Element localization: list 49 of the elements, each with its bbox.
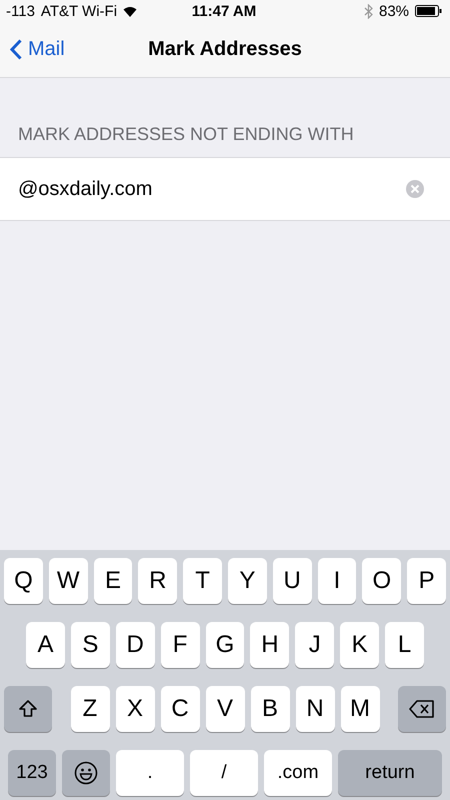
battery-icon [415, 5, 442, 17]
section-header: MARK ADDRESSES NOT ENDING WITH [18, 124, 354, 144]
chevron-left-icon [10, 39, 22, 60]
key[interactable]: E [94, 558, 132, 604]
delete-icon [409, 700, 435, 718]
battery-percent: 83% [378, 2, 410, 20]
shift-icon [18, 699, 38, 719]
screen-title: Mark Addresses [148, 38, 302, 60]
key[interactable]: M [340, 686, 380, 732]
key[interactable]: P [407, 558, 446, 604]
key[interactable]: B [250, 686, 290, 732]
smiley-icon [74, 761, 98, 785]
clock-time: 11:47 AM [192, 2, 256, 20]
carrier-name: AT&T Wi-Fi [40, 2, 118, 20]
signal-strength: -113 [6, 2, 35, 20]
text-field[interactable]: @osxdaily.com [0, 157, 450, 221]
key[interactable]: L [385, 622, 424, 668]
key[interactable]: H [250, 622, 290, 668]
key[interactable]: Z [70, 686, 110, 732]
key[interactable]: V [206, 686, 244, 732]
emoji-key[interactable] [62, 750, 110, 796]
key[interactable]: N [296, 686, 334, 732]
key[interactable]: K [340, 622, 380, 668]
key[interactable]: Y [228, 558, 267, 604]
shift-key[interactable] [4, 686, 52, 732]
key[interactable]: Q [4, 558, 43, 604]
wifi-icon [123, 6, 138, 16]
numbers-key[interactable]: 123 [8, 750, 56, 796]
delete-key[interactable] [398, 686, 446, 732]
key[interactable]: F [160, 622, 200, 668]
key[interactable]: I [318, 558, 356, 604]
key[interactable]: X [116, 686, 154, 732]
return-key[interactable]: return [338, 750, 442, 796]
key[interactable]: S [70, 622, 110, 668]
key[interactable]: A [26, 622, 65, 668]
key[interactable]: G [206, 622, 244, 668]
key[interactable]: C [160, 686, 200, 732]
key[interactable]: T [183, 558, 222, 604]
key[interactable]: J [295, 622, 334, 668]
bluetooth-icon [364, 4, 373, 18]
key[interactable]: O [362, 558, 402, 604]
key[interactable]: .com [264, 750, 332, 796]
key[interactable]: U [272, 558, 312, 604]
key[interactable]: D [116, 622, 155, 668]
key[interactable]: / [190, 750, 258, 796]
back-button[interactable]: Mail [0, 37, 71, 62]
key[interactable]: W [48, 558, 88, 604]
key[interactable]: . [116, 750, 184, 796]
key[interactable]: R [138, 558, 178, 604]
